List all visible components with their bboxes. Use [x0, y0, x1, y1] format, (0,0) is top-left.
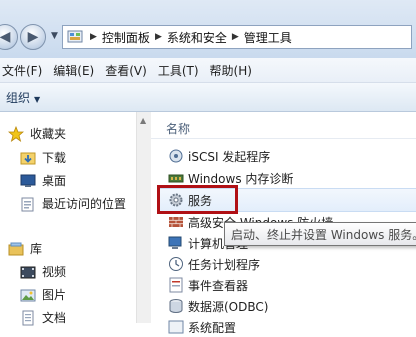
nav-favorites-label: 收藏夹	[30, 127, 67, 141]
event-viewer-icon	[169, 277, 183, 293]
list-item-label: 系统配置	[188, 320, 237, 335]
database-icon	[169, 299, 183, 313]
highlight-box	[157, 185, 238, 214]
address-toolbar: ◀ ▶ ▼ ▶ 控制面板 ▶ 系统和安全 ▶ 管理工具	[0, 0, 416, 58]
breadcrumb-control-panel[interactable]: 控制面板	[102, 29, 150, 46]
nav-item-downloads[interactable]: 下载	[20, 149, 66, 166]
library-icon	[8, 242, 24, 255]
command-bar: 组织 ▼	[0, 83, 416, 112]
breadcrumb-separator-icon[interactable]: ▶	[232, 32, 239, 42]
list-item-label: 数据源(ODBC)	[188, 299, 269, 314]
nav-item-recent-places[interactable]: 最近访问的位置	[20, 195, 126, 212]
list-item-task-scheduler[interactable]: 任务计划程序	[168, 254, 260, 274]
list-item-iscsi[interactable]: iSCSI 发起程序	[168, 146, 270, 166]
nav-item-videos[interactable]: 视频	[20, 263, 66, 280]
computer-management-icon	[168, 236, 182, 249]
video-library-icon	[20, 266, 36, 278]
nav-item-label: 视频	[42, 265, 67, 279]
nav-favorites[interactable]: 收藏夹	[8, 125, 66, 142]
nav-item-label: 桌面	[42, 174, 67, 188]
list-item-system-config[interactable]: 系统配置	[168, 317, 236, 337]
breadcrumb-admin-tools[interactable]: 管理工具	[244, 29, 292, 46]
nav-scrollbar[interactable]: ▲	[136, 112, 151, 323]
services-tooltip: 启动、终止并设置 Windows 服务。	[224, 222, 416, 246]
desktop-icon	[20, 174, 36, 187]
system-config-icon	[168, 320, 184, 334]
menu-edit[interactable]: 编辑(E)	[51, 62, 103, 79]
picture-library-icon	[20, 289, 36, 301]
memory-diagnostic-icon	[168, 174, 184, 183]
nav-item-documents[interactable]: 文档	[20, 309, 66, 326]
breadcrumb-system-security[interactable]: 系统和安全	[167, 29, 227, 46]
nav-item-desktop[interactable]: 桌面	[20, 172, 66, 189]
document-library-icon	[22, 310, 34, 325]
nav-item-pictures[interactable]: 图片	[20, 286, 66, 303]
menu-view[interactable]: 查看(V)	[103, 62, 156, 79]
list-item-event-viewer[interactable]: 事件查看器	[168, 275, 248, 295]
downloads-folder-icon	[20, 152, 36, 164]
recent-pages-dropdown-icon[interactable]: ▼	[51, 31, 58, 41]
forward-button[interactable]: ▶	[20, 24, 46, 50]
column-header-name[interactable]: 名称	[166, 120, 190, 137]
nav-item-label: 图片	[42, 288, 67, 302]
menu-help[interactable]: 帮助(H)	[208, 62, 261, 79]
breadcrumb-separator-icon[interactable]: ▶	[155, 32, 162, 42]
menu-tools[interactable]: 工具(T)	[156, 62, 208, 79]
scroll-up-icon[interactable]: ▲	[140, 116, 146, 125]
organize-label: 组织	[6, 90, 31, 105]
recent-places-icon	[21, 197, 34, 211]
navigation-pane: 收藏夹 下载 桌面 最近访问的位置 库 视频 图片 文档	[0, 112, 151, 326]
nav-item-label: 文档	[42, 311, 67, 325]
list-item-label: Windows 内存诊断	[188, 171, 294, 186]
list-item-label: 事件查看器	[188, 278, 249, 293]
column-divider	[151, 138, 416, 139]
iscsi-icon	[169, 149, 183, 163]
menu-bar: 文件(F) 编辑(E) 查看(V) 工具(T) 帮助(H)	[0, 58, 416, 83]
nav-item-label: 最近访问的位置	[42, 197, 127, 211]
star-icon	[8, 125, 24, 142]
back-button[interactable]: ◀	[0, 24, 18, 50]
clock-icon	[169, 257, 183, 271]
list-item-label: iSCSI 发起程序	[188, 149, 271, 164]
nav-libraries-label: 库	[30, 242, 43, 256]
nav-item-label: 下载	[42, 151, 67, 165]
control-panel-icon	[67, 30, 83, 43]
list-item-label: 任务计划程序	[188, 257, 261, 272]
firewall-icon	[169, 217, 183, 227]
list-item-odbc[interactable]: 数据源(ODBC)	[168, 296, 268, 316]
menu-file[interactable]: 文件(F)	[0, 62, 51, 79]
chevron-down-icon: ▼	[34, 94, 41, 104]
address-field[interactable]: ▶ 控制面板 ▶ 系统和安全 ▶ 管理工具	[62, 25, 412, 49]
nav-libraries[interactable]: 库	[8, 240, 42, 257]
organize-button[interactable]: 组织 ▼	[6, 89, 40, 106]
breadcrumb-separator-icon[interactable]: ▶	[90, 32, 97, 42]
